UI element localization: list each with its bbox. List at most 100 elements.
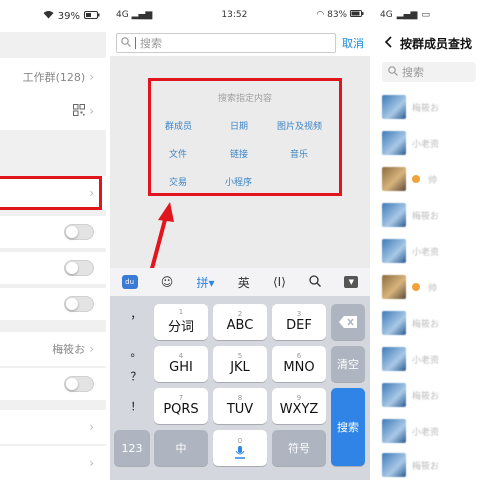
chevron-right-icon: › [89,456,94,470]
keyboard-logo-icon[interactable]: du [121,275,138,289]
avatar [382,95,406,119]
filter-group-members[interactable]: 群成员 [165,119,192,132]
hide-keyboard-icon[interactable]: ▼ [344,276,359,288]
search-input[interactable]: 搜索 [116,33,336,53]
middle-panel: 4G ▂▄▆ 13:52 ◠ 83% 搜索 取消 搜索指定内容 群成员 日期 图… [110,0,370,480]
punct-exclaim[interactable]: ！ [122,398,150,414]
filter-links[interactable]: 链接 [230,147,248,160]
cancel-button[interactable]: 取消 [342,35,364,51]
t9-keyboard: ， 。 ？ ！ 1 分词 2 ABC 3 DEF 4 GHI 5 JKL 6 MNO 清空 … [110,296,370,480]
setting-row[interactable]: › [0,446,106,480]
page-title: 按群成员查找 [400,36,473,51]
my-alias-row[interactable]: 梅筱お › [0,332,106,366]
setting-row [0,288,106,320]
setting-row [0,252,106,284]
left-panel: 39% 工作群(128) › › › 梅筱お › › › [0,0,106,480]
key-6[interactable]: 6 MNO [272,346,326,382]
work-group-row[interactable]: 工作群(128) › [0,58,106,96]
filter-mini-programs[interactable]: 小程序 [225,175,252,188]
member-name: 梅筱お [412,211,440,222]
punct-comma[interactable]: ， [122,306,150,322]
cursor-mode[interactable]: ⟨I⟩ [273,275,286,289]
search-icon[interactable] [309,274,322,290]
punct-question[interactable]: ？ [122,368,150,384]
key-7[interactable]: 7 PQRS [154,388,208,424]
back-arrow-icon[interactable] [384,35,392,51]
punct-period[interactable]: 。 [122,344,150,360]
member-row[interactable]: 小老资 [382,416,480,446]
setting-row [0,368,106,400]
backspace-icon [339,316,357,328]
key-0-mic[interactable]: 0 [213,430,267,466]
search-icon [388,65,398,79]
member-row[interactable]: 小老资 [382,344,480,374]
battery-icon [84,10,100,22]
member-row[interactable]: 帅 [382,272,480,302]
avatar [382,453,406,477]
chevron-right-icon: › [89,70,94,84]
microphone-icon [235,445,245,459]
member-search-input[interactable]: 搜索 [382,62,476,82]
member-name: 帅 [428,175,438,186]
member-row[interactable]: 梅筱お [382,308,480,338]
filter-files[interactable]: 文件 [169,147,187,160]
toggle-switch[interactable] [64,376,94,392]
battery-percent: 39% [57,10,80,22]
setting-row[interactable]: › [0,410,106,444]
filter-images-videos[interactable]: 图片及视频 [277,119,322,132]
key-8[interactable]: 8 TUV [213,388,267,424]
key-9[interactable]: 9 WXYZ [272,388,326,424]
member-row[interactable]: 帅 [382,164,480,194]
right-panel: 4G ▂▄▆ ▭ 按群成员查找 搜索 梅筱お 小老资 帅 梅筱お 小老资 帅 梅… [374,0,480,480]
avatar [382,383,406,407]
avatar [382,347,406,371]
qr-code-row[interactable]: › [0,92,106,130]
member-name: 梅筱お [412,319,440,330]
emoji-icon [412,175,420,183]
qr-code-icon [73,103,86,119]
toggle-switch[interactable] [64,260,94,276]
search-placeholder: 搜索 [402,66,424,79]
member-row[interactable]: 小老资 [382,128,480,158]
symbol-key[interactable]: 符号 [272,430,326,466]
emoji-icon[interactable]: ☺ [161,275,174,289]
english-mode[interactable]: 英 [238,274,250,291]
battery-indicator: ◠ 83% [316,10,364,20]
page-header: 按群成员查找 [374,30,480,56]
chevron-right-icon: › [89,420,94,434]
keyboard-toolbar: du ☺ 拼▾ 英 ⟨I⟩ ▼ [110,268,370,296]
member-row[interactable]: 小老资 [382,236,480,266]
avatar [382,239,406,263]
clock: 13:52 [221,10,248,20]
key-5[interactable]: 5 JKL [213,346,267,382]
language-key[interactable]: 中 [154,430,208,466]
avatar [382,167,406,191]
filter-transactions[interactable]: 交易 [169,175,187,188]
wifi-icon [43,10,54,22]
toggle-switch[interactable] [64,224,94,240]
key-4[interactable]: 4 GHI [154,346,208,382]
key-2[interactable]: 2 ABC [213,304,267,340]
member-name: 梅筱お [412,391,440,402]
filter-music[interactable]: 音乐 [290,147,308,160]
search-icon [121,36,131,50]
filter-date[interactable]: 日期 [230,119,248,132]
member-row[interactable]: 梅筱お [382,92,480,122]
numeric-key[interactable]: 123 [114,430,150,466]
setting-row [0,216,106,248]
member-row[interactable]: 梅筱お [382,200,480,230]
backspace-key[interactable] [331,304,365,340]
chevron-right-icon: › [89,104,94,118]
pinyin-mode[interactable]: 拼▾ [197,274,215,291]
member-row[interactable]: 梅筱お [382,380,480,410]
search-key[interactable]: 搜索 [331,388,365,466]
toggle-switch[interactable] [64,296,94,312]
member-row[interactable]: 梅筱お [382,450,480,480]
key-1[interactable]: 1 分词 [154,304,208,340]
avatar [382,311,406,335]
chevron-right-icon: › [89,342,94,356]
middle-status-bar: 4G ▂▄▆ 13:52 ◠ 83% [110,0,370,30]
clear-key[interactable]: 清空 [331,346,365,382]
text-cursor [135,37,136,49]
key-3[interactable]: 3 DEF [272,304,326,340]
